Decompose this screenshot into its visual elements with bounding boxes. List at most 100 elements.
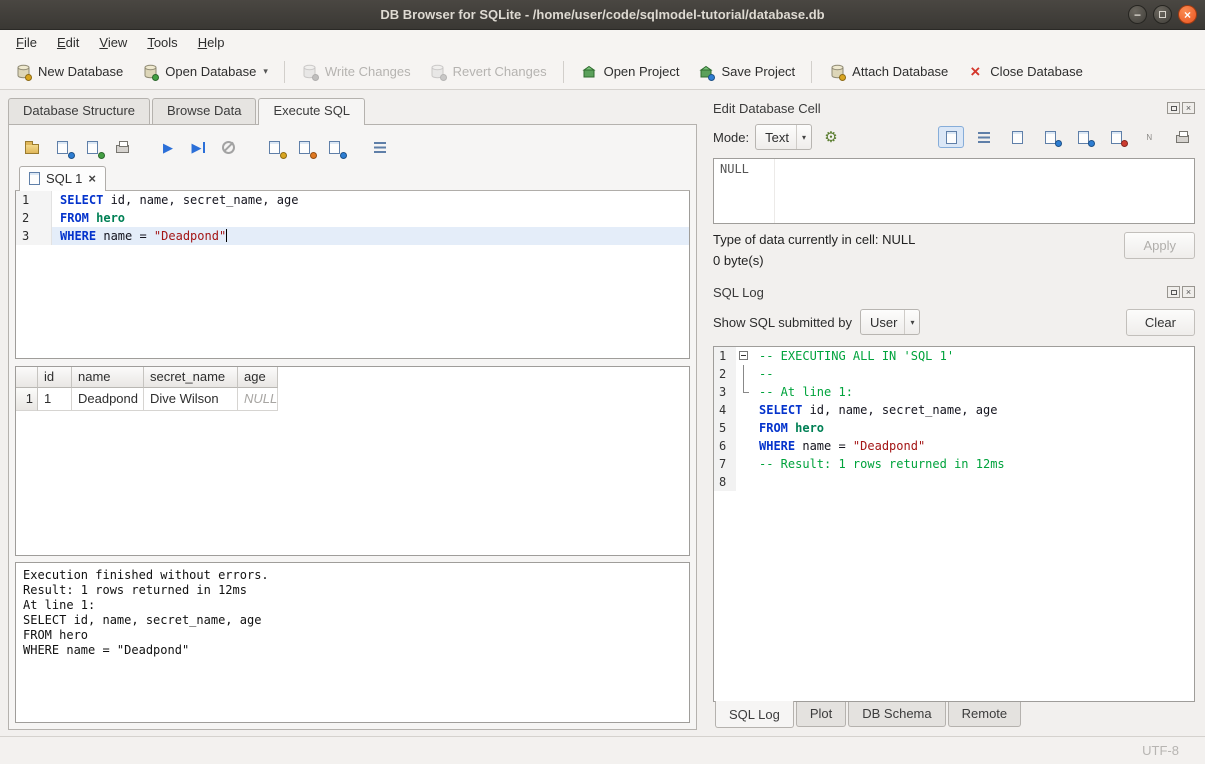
log-line: 5 FROM hero [714,419,1194,437]
edit-cell-title: Edit Database Cell [713,101,1165,116]
tab-browse-data[interactable]: Browse Data [152,98,256,124]
column-header-age[interactable]: age [238,367,278,388]
sql-log-filter-row: Show SQL submitted by User ▾ Clear [713,306,1195,338]
save-project-button[interactable]: Save Project [689,58,803,86]
revert-changes-button[interactable]: Revert Changes [421,58,555,86]
execute-sql-pane: ▶ ▶ SQL 1 × 1 SELECT [8,124,697,730]
word-wrap-icon[interactable] [971,126,997,148]
attach-database-button[interactable]: Attach Database [820,58,956,86]
float-panel-icon[interactable] [1167,286,1180,298]
cell-name[interactable]: Deadpond [72,388,144,411]
text-view-icon[interactable] [938,126,964,148]
cell-editor-icons: N [938,126,1195,148]
title-bar: DB Browser for SQLite - /home/user/code/… [0,0,1205,30]
execute-all-icon[interactable]: ▶ [155,135,181,159]
export-results-icon[interactable] [321,135,347,159]
close-panel-icon[interactable]: × [1182,102,1195,114]
close-tab-icon[interactable]: × [88,173,96,184]
minimize-button[interactable]: − [1128,5,1147,24]
apply-button[interactable]: Apply [1124,232,1195,259]
close-panel-icon[interactable]: × [1182,286,1195,298]
log-line: 7 -- Result: 1 rows returned in 12ms [714,455,1194,473]
log-line: 2 -- [714,365,1194,383]
new-sql-tab-icon[interactable] [261,135,287,159]
open-database-dropdown-icon[interactable]: ▾ [263,66,268,77]
save-sql-as-icon[interactable] [79,135,105,159]
filter-label: Show SQL submitted by [713,315,852,330]
cell-secret-name[interactable]: Dive Wilson [144,388,238,411]
fold-marker-icon[interactable] [736,347,751,365]
cell-mode-row: Mode: Text ▾ ⚙ N [713,122,1195,152]
open-project-button[interactable]: Open Project [572,58,688,86]
tab-db-schema[interactable]: DB Schema [848,702,945,727]
execute-current-line-icon[interactable]: ▶ [185,135,211,159]
tab-remote[interactable]: Remote [948,702,1022,727]
menu-file[interactable]: File [6,32,47,53]
clear-log-button[interactable]: Clear [1126,309,1195,336]
line-number: 1 [16,191,52,209]
menu-bar: File Edit View Tools Help [0,30,1205,54]
column-header-name[interactable]: name [72,367,144,388]
dock-tab-bar: SQL Log Plot DB Schema Remote [713,702,1195,730]
print-cell-icon[interactable] [1169,126,1195,148]
import-cell-data-icon[interactable] [1070,126,1096,148]
menu-tools[interactable]: Tools [137,32,187,53]
print-sql-icon[interactable] [109,135,135,159]
main-area: Database Structure Browse Data Execute S… [0,90,1205,736]
new-database-button[interactable]: New Database [6,58,131,86]
log-line: 4 SELECT id, name, secret_name, age [714,401,1194,419]
line-number: 2 [16,209,52,227]
export-cell-data-icon[interactable] [1103,126,1129,148]
close-database-button[interactable]: × Close Database [958,58,1091,86]
right-panel: Edit Database Cell × Mode: Text ▾ ⚙ N N [705,90,1205,736]
log-line: 1 -- EXECUTING ALL IN 'SQL 1' [714,347,1194,365]
window-title: DB Browser for SQLite - /home/user/code/… [380,7,824,22]
float-panel-icon[interactable] [1167,102,1180,114]
column-header-id[interactable]: id [38,367,72,388]
toolbar-separator [284,61,285,83]
paste-icon[interactable] [1037,126,1063,148]
cell-value-editor[interactable]: NULL [713,158,1195,224]
submitted-by-select[interactable]: User ▾ [860,309,920,335]
cell-id[interactable]: 1 [38,388,72,411]
sql-log-view[interactable]: 1 -- EXECUTING ALL IN 'SQL 1' 2 -- 3 -- … [713,346,1195,702]
open-database-button[interactable]: Open Database ▾ [133,58,276,86]
mode-label: Mode: [713,130,749,145]
stop-execution-icon[interactable] [215,135,241,159]
tab-execute-sql[interactable]: Execute SQL [258,98,365,125]
menu-view[interactable]: View [89,32,137,53]
tab-sql-log[interactable]: SQL Log [715,701,794,728]
open-database-icon [141,63,159,81]
minimize-icon: − [1134,7,1141,23]
open-sql-file-icon[interactable] [19,135,45,159]
main-toolbar: New Database Open Database ▾ Write Chang… [0,54,1205,90]
tab-database-structure[interactable]: Database Structure [8,98,150,124]
menu-help[interactable]: Help [188,32,235,53]
table-row: 1 1 Deadpond Dive Wilson NULL [16,388,689,411]
editor-line-current: 3 WHERE name = "Deadpond" [16,227,689,245]
editor-line: 1 SELECT id, name, secret_name, age [16,191,689,209]
cell-info-row: Type of data currently in cell: NULL 0 b… [713,232,1195,274]
close-button[interactable]: × [1178,5,1197,24]
grid-corner[interactable] [16,367,38,388]
tab-plot[interactable]: Plot [796,702,846,727]
maximize-button[interactable] [1153,5,1172,24]
copy-icon[interactable] [1004,126,1030,148]
encoding-indicator: UTF-8 [1142,743,1179,758]
log-line: 3 -- At line 1: [714,383,1194,401]
format-sql-icon[interactable] [367,135,393,159]
cell-age[interactable]: NULL [238,388,278,411]
save-sql-file-icon[interactable] [49,135,75,159]
auto-switch-mode-icon[interactable]: ⚙ [818,126,844,148]
main-tab-bar: Database Structure Browse Data Execute S… [8,98,697,124]
row-number[interactable]: 1 [16,388,38,411]
mode-select[interactable]: Text ▾ [755,124,812,150]
open-in-new-tab-icon[interactable] [291,135,317,159]
write-changes-button[interactable]: Write Changes [293,58,419,86]
menu-edit[interactable]: Edit [47,32,89,53]
sql-1-tab[interactable]: SQL 1 × [19,166,106,191]
set-null-icon[interactable]: N [1136,126,1162,148]
column-header-secret-name[interactable]: secret_name [144,367,238,388]
sql-editor[interactable]: 1 SELECT id, name, secret_name, age 2 FR… [15,191,690,359]
log-line: 6 WHERE name = "Deadpond" [714,437,1194,455]
